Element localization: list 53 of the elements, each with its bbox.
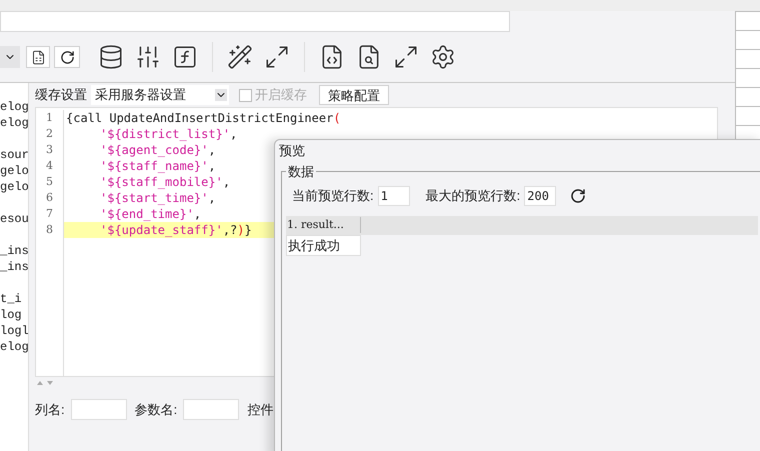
sheet-icon: [30, 50, 46, 64]
code-line: '${start_time}',: [99, 191, 216, 205]
tree-item[interactable]: gelo: [0, 163, 28, 179]
line-number: 4: [46, 158, 53, 174]
param-name-field[interactable]: [183, 399, 240, 420]
param-name-label: 参数名:: [134, 400, 178, 419]
tree-item[interactable]: t_i: [0, 291, 28, 307]
code-line: '${staff_name}',: [99, 159, 216, 173]
refresh-button[interactable]: [570, 188, 586, 204]
tree-item[interactable]: _ins: [0, 259, 28, 275]
line-number: 7: [46, 206, 53, 222]
window-title: 预览: [279, 142, 305, 160]
refresh-icon: [570, 188, 586, 204]
text-field[interactable]: [0, 11, 510, 32]
column-name-label: 列名:: [35, 400, 65, 419]
cache-settings-label: 缓存设置: [35, 86, 87, 104]
line-number: 1: [46, 110, 53, 126]
code-line: '${update_staff}',?)}: [99, 223, 252, 237]
sheet-edit-button[interactable]: [26, 46, 50, 68]
tree-item[interactable]: elog: [0, 339, 28, 355]
tree-item[interactable]: logl: [0, 323, 28, 339]
code-line: '${agent_code}',: [99, 143, 216, 157]
refresh-icon: [60, 50, 74, 64]
dropdown-button[interactable]: [0, 46, 20, 68]
column-header[interactable]: 1. result...: [286, 216, 361, 234]
code-line: '${district_list}',: [99, 127, 238, 141]
control-label: 控件: [247, 400, 274, 419]
cache-checkbox-label: 开启缓存: [255, 86, 307, 104]
table-cell: 执行成功: [286, 234, 361, 256]
code-line: '${end_time}',: [99, 207, 202, 221]
line-number: 8: [46, 222, 53, 238]
line-number: 2: [46, 126, 53, 142]
tree-item[interactable]: gelo: [0, 179, 28, 195]
max-rows-field[interactable]: 200: [524, 186, 556, 206]
tree-item[interactable]: elog: [0, 99, 28, 115]
tree-item[interactable]: _ins: [0, 243, 28, 259]
group-label: 数据: [287, 163, 315, 181]
line-number: 3: [46, 142, 53, 158]
code-line: {call UpdateAndInsertDistrictEngineer(: [65, 111, 341, 125]
tree-item[interactable]: esou: [0, 211, 28, 227]
max-rows-label: 最大的预览行数:: [426, 186, 520, 205]
code-line: '${staff_mobile}',: [99, 175, 230, 189]
strategy-button[interactable]: 策略配置: [319, 85, 389, 105]
chevron-down-icon: [215, 89, 227, 101]
column-name-field[interactable]: [70, 399, 127, 420]
tree-item[interactable]: elog: [0, 115, 28, 131]
current-rows-label: 当前预览行数:: [292, 186, 374, 205]
line-number: 6: [46, 190, 53, 206]
current-rows-field[interactable]: 1: [378, 186, 410, 206]
tree-item[interactable]: sour: [0, 147, 28, 163]
cache-select[interactable]: 采用服务器设置: [91, 85, 229, 105]
tree-item[interactable]: log: [0, 307, 28, 323]
line-number: 5: [46, 174, 53, 190]
